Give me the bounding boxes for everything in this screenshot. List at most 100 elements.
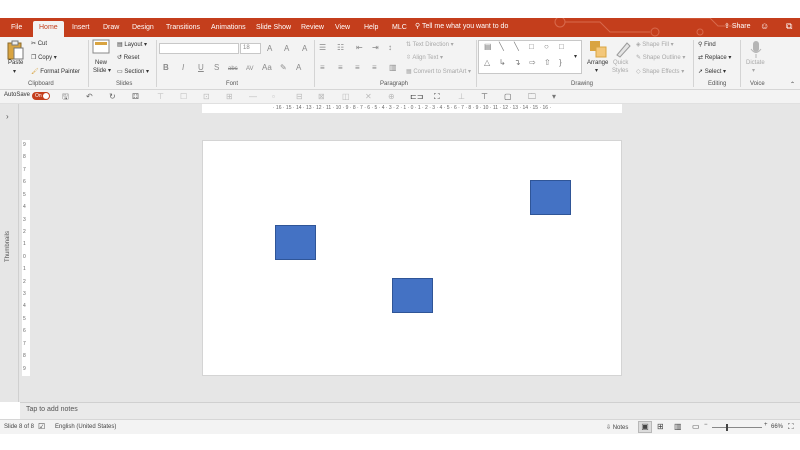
notes-button[interactable]: ⇩ Notes <box>606 424 628 431</box>
undo-icon[interactable]: ↶ <box>86 91 93 102</box>
strikethrough-button[interactable]: abc <box>228 64 238 74</box>
shapes-gallery[interactable]: ▤ ╲ ╲ □ ○ □ △ ↳ ↴ ⇨ ⇧ } <box>478 40 582 74</box>
reset-button[interactable]: ↺ Reset <box>117 54 139 63</box>
folder-icon[interactable]: 🗀 <box>528 91 536 102</box>
shapes-more-icon[interactable]: ▾ <box>574 53 577 62</box>
connector-shape-icon[interactable]: ↳ <box>499 58 506 67</box>
arrow-shape-icon[interactable]: ⇨ <box>529 58 536 67</box>
tab-slide-show[interactable]: Slide Show <box>256 22 291 33</box>
tab-draw[interactable]: Draw <box>103 22 119 33</box>
normal-view-icon[interactable]: ▣ <box>638 421 652 433</box>
spell-check-icon[interactable]: ☑ <box>38 422 45 431</box>
textbox-shape-icon[interactable]: ▤ <box>484 42 492 51</box>
tab-transitions[interactable]: Transitions <box>166 22 200 33</box>
toolbar-icon[interactable]: ▫ <box>272 91 275 102</box>
align-text-button[interactable]: ⇳ Align Text ▾ <box>406 54 443 63</box>
rectangle-shape-icon[interactable]: □ <box>559 42 564 51</box>
line-spacing-icon[interactable]: ↕ <box>388 43 392 53</box>
toolbar-icon[interactable]: ⊥ <box>458 91 465 102</box>
columns-icon[interactable]: ▥ <box>389 63 397 73</box>
toolbar-icon[interactable]: ⊡ <box>203 91 210 102</box>
character-spacing-button[interactable]: AV <box>246 64 254 74</box>
quick-styles-icon[interactable] <box>614 40 632 58</box>
tab-file[interactable]: File <box>11 22 22 33</box>
toolbar-icon[interactable]: ⊞ <box>226 91 233 102</box>
tab-animations[interactable]: Animations <box>211 22 246 33</box>
layout-button[interactable]: ▤ Layout ▾ <box>117 41 147 50</box>
bullets-icon[interactable]: ☰ <box>319 43 326 53</box>
toolbar-icon[interactable]: ✕ <box>365 91 372 102</box>
zoom-in-icon[interactable]: + <box>764 422 768 428</box>
toolbar-icon[interactable]: ⊕ <box>388 91 395 102</box>
align-center-icon[interactable]: ≡ <box>338 63 343 73</box>
tell-me-search[interactable]: ⚲ Tell me what you want to do <box>415 22 508 30</box>
increase-indent-icon[interactable]: ⇥ <box>372 43 379 53</box>
share-button[interactable]: ⇪ Share <box>724 22 751 30</box>
arrow-shape-icon[interactable]: ⇧ <box>544 58 551 67</box>
paste-icon[interactable] <box>6 40 24 60</box>
text-shadow-button[interactable]: S <box>214 63 219 73</box>
find-button[interactable]: ⚲ Find <box>698 41 716 50</box>
toolbar-icon[interactable]: ⊟ <box>296 91 303 102</box>
slide-show-icon[interactable]: ▭ <box>692 422 700 431</box>
collapse-ribbon-icon[interactable]: ⌃ <box>790 81 795 90</box>
align-top-icon[interactable]: ⊤ <box>481 91 488 102</box>
select-button[interactable]: ➚ Select ▾ <box>698 68 726 77</box>
tab-insert[interactable]: Insert <box>72 22 90 33</box>
connector-shape-icon[interactable]: ↴ <box>514 58 521 67</box>
triangle-shape-icon[interactable]: △ <box>484 58 490 67</box>
italic-button[interactable]: I <box>182 63 184 73</box>
horizontal-ruler[interactable]: · 16 · 15 · 14 · 13 · 12 · 11 · 10 · 9 ·… <box>202 104 622 113</box>
zoom-slider[interactable] <box>712 427 762 428</box>
toolbar-icon[interactable]: ⊠ <box>318 91 325 102</box>
underline-button[interactable]: U <box>198 63 204 73</box>
text-direction-button[interactable]: ⇅ Text Direction ▾ <box>406 41 454 50</box>
microphone-icon[interactable] <box>749 40 763 60</box>
slide-canvas[interactable] <box>202 140 622 376</box>
decrease-indent-icon[interactable]: ⇤ <box>356 43 363 53</box>
align-left-icon[interactable]: ≡ <box>320 63 325 73</box>
section-button[interactable]: ▭ Section ▾ <box>117 68 149 77</box>
paste-dropdown-icon[interactable]: ▾ <box>13 68 16 77</box>
grow-font-icon[interactable]: A <box>267 44 272 54</box>
highlight-icon[interactable]: ✎ <box>280 63 287 73</box>
reading-view-icon[interactable]: ▥ <box>674 422 682 431</box>
clear-formatting-icon[interactable]: A <box>302 44 307 54</box>
new-slide-button[interactable]: Slide ▾ <box>93 67 111 76</box>
align-right-icon[interactable]: ≡ <box>355 63 360 73</box>
font-name-input[interactable] <box>159 43 239 54</box>
zoom-out-icon[interactable]: − <box>704 422 708 428</box>
fit-to-window-icon[interactable]: ⛶ <box>788 422 794 432</box>
tab-help[interactable]: Help <box>364 22 378 33</box>
start-from-beginning-icon[interactable]: ⚃ <box>132 91 139 102</box>
rectangle-icon[interactable]: ▢ <box>504 91 512 102</box>
toolbar-icon[interactable]: ☐ <box>180 91 187 102</box>
blue-rectangle-shape[interactable] <box>392 278 433 313</box>
tab-view[interactable]: View <box>335 22 350 33</box>
zoom-slider-thumb[interactable] <box>726 424 728 431</box>
quick-styles-label-2[interactable]: Styles <box>612 67 628 76</box>
blue-rectangle-shape[interactable] <box>275 225 316 260</box>
format-painter-button[interactable]: 🖌 Format Painter <box>31 68 80 77</box>
shape-outline-button[interactable]: ✎ Shape Outline ▾ <box>636 54 685 63</box>
copy-button[interactable]: ❐ Copy ▾ <box>31 54 57 63</box>
expand-chevron-icon[interactable]: › <box>6 112 9 121</box>
arrange-icon[interactable] <box>588 39 608 59</box>
toolbar-icon[interactable]: ⊤ <box>157 91 164 102</box>
cut-button[interactable]: ✂ Cut <box>31 40 47 49</box>
bold-button[interactable]: B <box>163 63 169 73</box>
brace-shape-icon[interactable]: } <box>559 58 562 67</box>
smartart-button[interactable]: ▦ Convert to SmartArt ▾ <box>406 68 471 77</box>
group-shapes-icon[interactable]: ⊏⊐ <box>410 91 423 102</box>
thumbnails-pane[interactable]: › Thumbnails <box>0 104 19 402</box>
zoom-level[interactable]: 66% <box>771 424 783 430</box>
tab-design[interactable]: Design <box>132 22 154 33</box>
dictate-label[interactable]: Dictate <box>746 59 765 68</box>
save-icon[interactable]: 🖫 <box>62 91 69 102</box>
vertical-ruler[interactable]: 9 8 7 6 5 4 3 2 1 0 1 2 3 4 5 6 7 8 9 <box>22 140 30 376</box>
numbering-icon[interactable]: ☷ <box>337 43 344 53</box>
language-indicator[interactable]: English (United States) <box>55 424 116 430</box>
line-shape-icon[interactable]: ╲ <box>499 42 504 51</box>
slide-sorter-icon[interactable]: ⊞ <box>657 422 664 431</box>
restore-icon[interactable]: ⧉ <box>786 21 792 32</box>
